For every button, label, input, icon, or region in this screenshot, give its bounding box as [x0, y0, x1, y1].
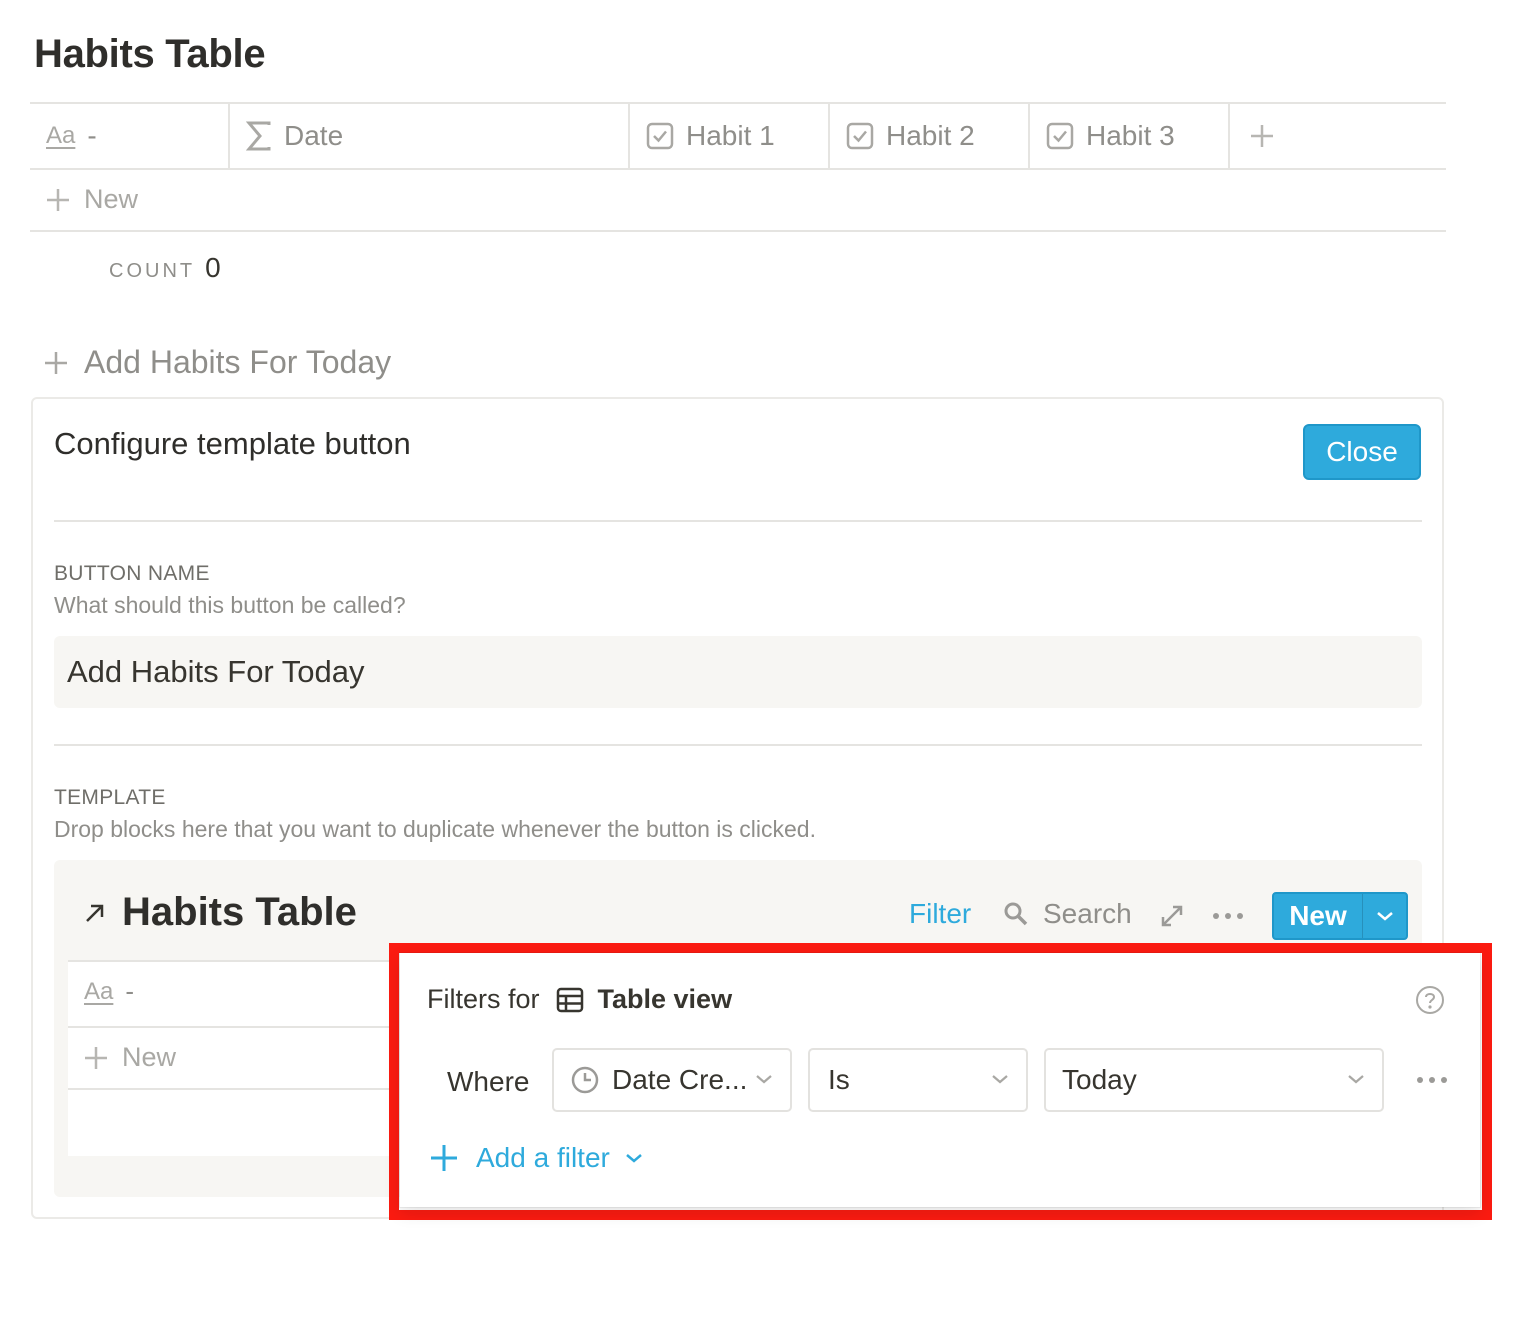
- filter-row-more-icon[interactable]: [1416, 1076, 1448, 1084]
- chevron-down-icon: [624, 1151, 644, 1165]
- column-header-label: -: [125, 976, 135, 1006]
- column-divider: [228, 104, 230, 168]
- new-record-button[interactable]: New: [1272, 892, 1408, 940]
- filter-property-select[interactable]: Date Cre...: [552, 1048, 792, 1112]
- filter-value-select[interactable]: Today: [1044, 1048, 1384, 1112]
- button-name-label: BUTTON NAME: [54, 562, 210, 585]
- text-property-icon: Aa: [84, 977, 114, 1005]
- plus-icon: [82, 1044, 110, 1072]
- filters-for-label: Filters for: [427, 984, 540, 1014]
- text-property-icon: Aa: [46, 122, 76, 149]
- column-header-habit-3[interactable]: Habit 3: [1046, 104, 1226, 168]
- button-name-input[interactable]: [54, 636, 1422, 708]
- section-divider: [54, 744, 1422, 746]
- close-button[interactable]: Close: [1303, 424, 1421, 480]
- count-value: 0: [205, 252, 221, 283]
- filter-operator-select[interactable]: Is: [808, 1048, 1028, 1112]
- template-description: Drop blocks here that you want to duplic…: [54, 816, 816, 842]
- chevron-down-icon: [1346, 1072, 1366, 1086]
- search-icon: [1003, 901, 1029, 927]
- plus-icon: [428, 1142, 460, 1174]
- table-bottom-border: [30, 230, 1446, 232]
- sigma-icon: [246, 121, 272, 151]
- add-filter-button[interactable]: Add a filter: [428, 1142, 644, 1174]
- filter-property-value: Date Cre...: [612, 1064, 748, 1095]
- column-header-date[interactable]: Date: [246, 104, 626, 168]
- column-header-label: -: [87, 120, 97, 151]
- column-divider: [628, 104, 630, 168]
- add-row-label: New: [122, 1042, 177, 1072]
- add-row-label: New: [84, 184, 139, 214]
- filter-operator-value: Is: [828, 1064, 850, 1095]
- new-button-label: New: [1274, 894, 1363, 938]
- linked-table-title-text: Habits Table: [122, 890, 357, 934]
- page-title: Habits Table: [34, 32, 266, 76]
- expand-icon[interactable]: [1160, 904, 1184, 928]
- filter-popup-heading: Filters for Table view: [427, 984, 732, 1015]
- configure-panel-title: Configure template button: [54, 426, 411, 461]
- count-summary[interactable]: COUNT 0: [109, 252, 221, 284]
- column-divider: [1028, 104, 1030, 168]
- table-view-icon: [556, 986, 584, 1014]
- plus-icon: [44, 186, 72, 214]
- column-header-label: Habit 3: [1086, 120, 1175, 151]
- count-label: COUNT: [109, 260, 196, 282]
- arrow-up-right-icon: [84, 902, 106, 924]
- more-options-icon[interactable]: [1212, 912, 1244, 920]
- column-header-label: Habit 2: [886, 120, 975, 151]
- checkbox-icon: [846, 122, 874, 150]
- where-label: Where: [447, 1066, 530, 1097]
- filter-value-value: Today: [1062, 1064, 1137, 1095]
- inner-table-top-border: [68, 960, 398, 962]
- table-header-border: [30, 168, 1446, 170]
- inner-table-row-border: [68, 1088, 398, 1090]
- add-row-button[interactable]: New: [44, 184, 138, 215]
- column-divider: [1228, 104, 1230, 168]
- add-habits-template-button[interactable]: Add Habits For Today: [42, 344, 391, 381]
- linked-table-title[interactable]: Habits Table: [84, 890, 357, 935]
- chevron-down-icon[interactable]: [1363, 894, 1406, 938]
- template-button-label: Add Habits For Today: [84, 344, 392, 380]
- checkbox-icon: [646, 122, 674, 150]
- add-filter-label: Add a filter: [476, 1142, 610, 1173]
- section-divider: [54, 520, 1422, 522]
- search-button[interactable]: Search: [1003, 898, 1132, 930]
- add-column-button[interactable]: [1248, 104, 1308, 168]
- plus-icon: [1248, 122, 1276, 150]
- column-header-name[interactable]: Aa -: [46, 104, 226, 168]
- column-divider: [828, 104, 830, 168]
- column-header-habit-1[interactable]: Habit 1: [646, 104, 826, 168]
- chevron-down-icon: [990, 1072, 1010, 1086]
- checkbox-icon: [1046, 122, 1074, 150]
- button-name-description: What should this button be called?: [54, 592, 406, 618]
- help-icon[interactable]: [1415, 985, 1445, 1015]
- column-header-label: Date: [284, 120, 344, 151]
- clock-icon: [570, 1065, 600, 1095]
- column-header-label: Habit 1: [686, 120, 775, 151]
- column-header-habit-2[interactable]: Habit 2: [846, 104, 1026, 168]
- filter-button[interactable]: Filter: [909, 898, 971, 930]
- inner-table-header-border: [68, 1026, 398, 1028]
- search-label: Search: [1043, 898, 1132, 929]
- template-label: TEMPLATE: [54, 786, 166, 809]
- chevron-down-icon: [754, 1072, 774, 1086]
- inner-column-header-name[interactable]: Aa -: [84, 976, 134, 1007]
- inner-add-row-button[interactable]: New: [82, 1042, 176, 1073]
- plus-icon: [42, 349, 70, 377]
- view-name: Table view: [597, 984, 733, 1014]
